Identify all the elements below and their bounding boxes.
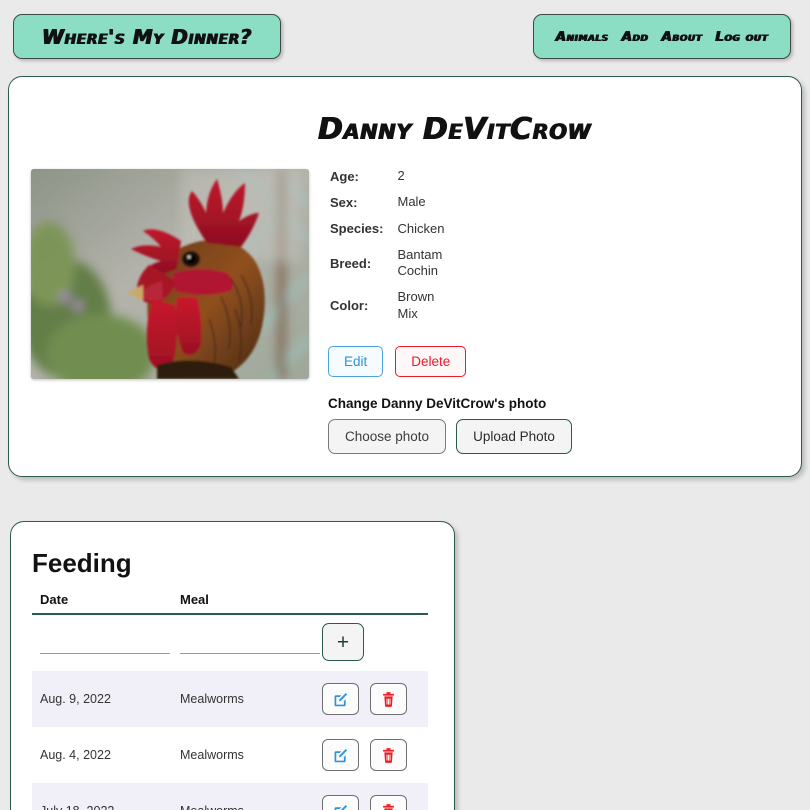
- animal-action-buttons: Edit Delete: [328, 346, 467, 377]
- attribute-label-breed: Breed:: [330, 255, 372, 271]
- edit-feeding-button[interactable]: [322, 739, 359, 771]
- trash-icon: [383, 691, 394, 707]
- attribute-value-breed: Bantam Cochin: [397, 246, 443, 278]
- feeding-meal: Mealworms: [172, 783, 322, 810]
- nav-item-animals[interactable]: Animals: [556, 29, 609, 45]
- delete-feeding-button[interactable]: [370, 739, 407, 771]
- site-header: Where's My Dinner? Animals Add About Log…: [0, 0, 810, 72]
- pencil-square-icon: [334, 804, 348, 810]
- attribute-value-species: Chicken: [397, 220, 445, 236]
- feeding-meal: Mealworms: [172, 671, 322, 727]
- feeding-date: Aug. 9, 2022: [32, 671, 172, 727]
- animal-attributes-table: Age: 2 Sex: Male Species: Chicken Breed:…: [330, 163, 449, 327]
- rooster-photo-image: [31, 169, 309, 379]
- delete-animal-button[interactable]: Delete: [395, 346, 467, 377]
- change-photo-heading: Change Danny DeVitCrow's photo: [328, 396, 547, 411]
- column-header-meal: Meal: [172, 592, 322, 615]
- rooster-photo: [31, 169, 309, 379]
- feeding-date: July 18, 2022: [32, 783, 172, 810]
- new-entry-action-cell: +: [322, 614, 428, 671]
- delete-feeding-button[interactable]: [370, 683, 407, 715]
- attribute-label-age: Age:: [330, 168, 359, 184]
- attribute-value-sex: Male: [397, 194, 426, 210]
- brand-logo-button[interactable]: Where's My Dinner?: [13, 14, 281, 59]
- app-root: Where's My Dinner? Animals Add About Log…: [0, 0, 810, 810]
- add-feeding-button[interactable]: +: [322, 623, 364, 661]
- delete-feeding-button[interactable]: [370, 795, 407, 810]
- feeding-date: Aug. 4, 2022: [32, 727, 172, 783]
- photo-upload-controls: Choose photo Upload Photo: [328, 419, 572, 454]
- brand-title: Where's My Dinner?: [41, 24, 253, 49]
- pencil-square-icon: [334, 692, 348, 706]
- table-row: Aug. 4, 2022 Mealworms: [32, 727, 428, 783]
- new-feeding-entry-row: +: [32, 614, 428, 671]
- feeding-row-actions: [322, 783, 428, 810]
- animal-name-heading: Danny DeVitCrow: [318, 112, 592, 147]
- nav-item-add[interactable]: Add: [622, 29, 649, 45]
- choose-photo-button[interactable]: Choose photo: [328, 419, 447, 454]
- nav-item-about[interactable]: About: [662, 29, 703, 45]
- attribute-label-color: Color:: [330, 298, 369, 313]
- main-navigation: Animals Add About Log out: [533, 14, 791, 59]
- nav-list: Animals Add About Log out: [556, 29, 769, 45]
- attribute-value-age: 2: [397, 168, 405, 183]
- table-row: Aug. 9, 2022 Mealworms: [32, 671, 428, 727]
- attribute-row-color: Color: Brown Mix: [330, 284, 449, 327]
- attribute-label-species: Species:: [330, 221, 384, 237]
- feeding-row-actions: [322, 727, 428, 783]
- feeding-table: Date Meal + Aug. 9, 2022 Mealworms Aug. …: [32, 592, 428, 810]
- feeding-row-actions: [322, 671, 428, 727]
- feeding-date-input[interactable]: [40, 630, 170, 654]
- attribute-row-sex: Sex: Male: [330, 189, 449, 215]
- edit-feeding-button[interactable]: [322, 795, 359, 810]
- attribute-label-sex: Sex:: [330, 194, 358, 210]
- edit-feeding-button[interactable]: [322, 683, 359, 715]
- edit-animal-button[interactable]: Edit: [328, 346, 384, 377]
- feeding-heading: Feeding: [32, 548, 132, 578]
- column-header-date: Date: [32, 592, 172, 615]
- table-row: July 18, 2022 Mealworms: [32, 783, 428, 810]
- attribute-row-age: Age: 2: [330, 163, 449, 189]
- feeding-meal-input[interactable]: [180, 630, 320, 654]
- new-entry-date-cell: [32, 614, 172, 671]
- trash-icon: [383, 803, 394, 810]
- attribute-value-color: Brown Mix: [397, 289, 435, 321]
- attribute-row-species: Species: Chicken: [330, 216, 449, 242]
- pencil-square-icon: [334, 748, 348, 762]
- trash-icon: [383, 747, 394, 763]
- nav-item-log-out[interactable]: Log out: [715, 29, 768, 45]
- upload-photo-button[interactable]: Upload Photo: [456, 419, 572, 454]
- feeding-meal: Mealworms: [172, 727, 322, 783]
- column-header-actions: [322, 592, 428, 615]
- attribute-row-breed: Breed: Bantam Cochin: [330, 242, 449, 285]
- feeding-table-header-row: Date Meal: [32, 592, 428, 615]
- new-entry-meal-cell: [172, 614, 322, 671]
